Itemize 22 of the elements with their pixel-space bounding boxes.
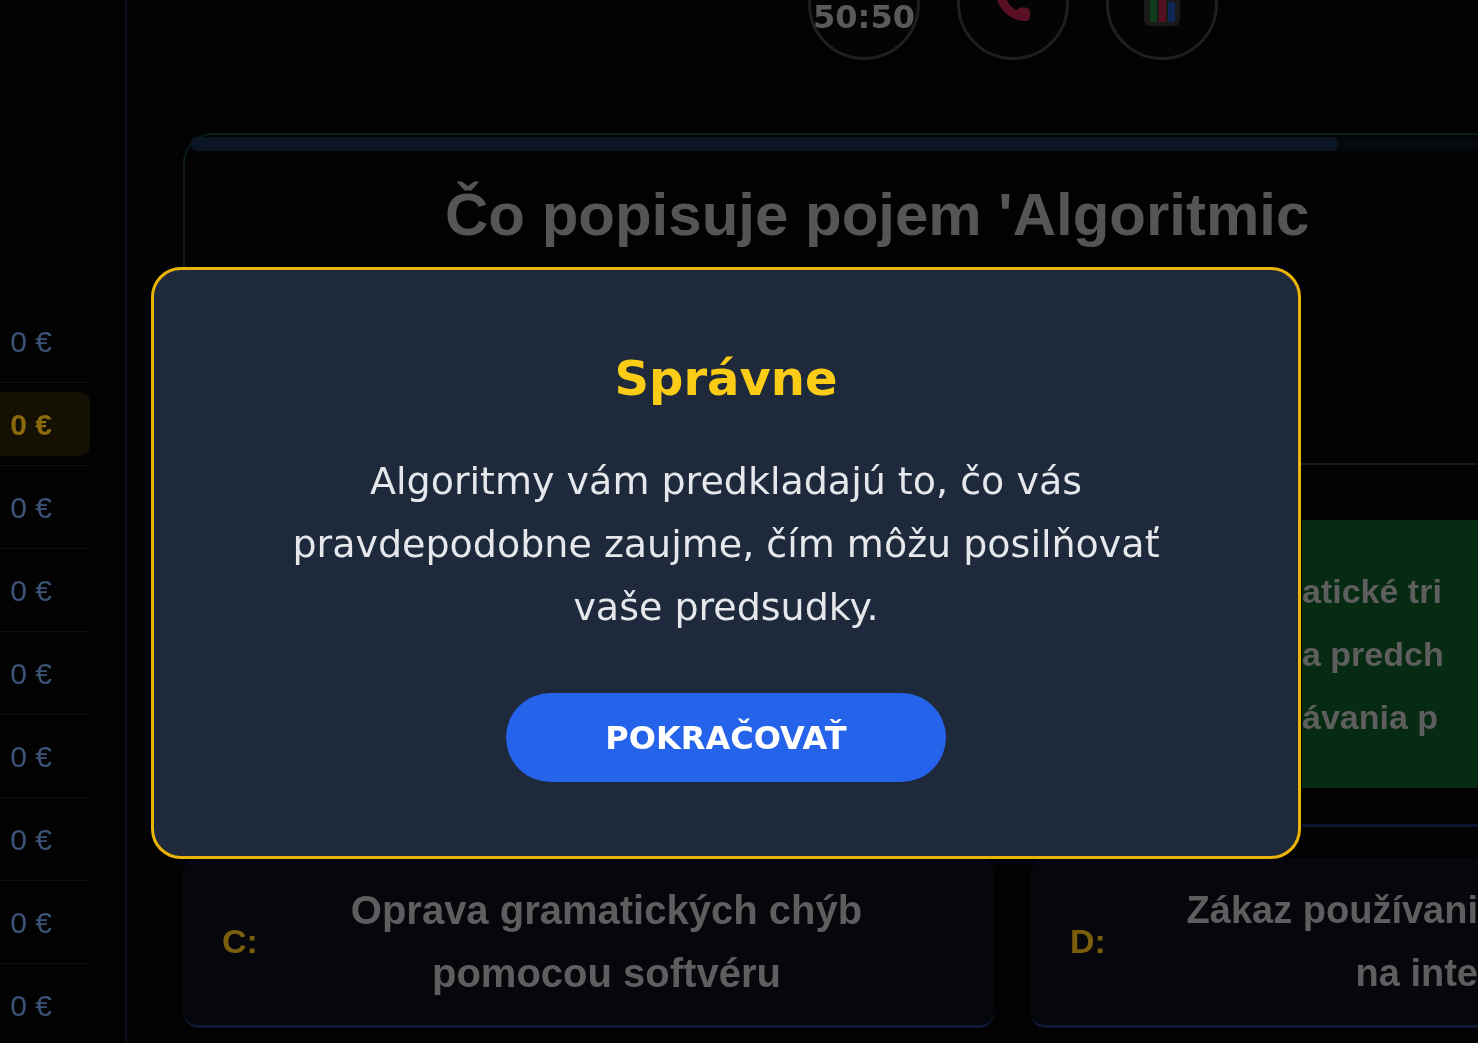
prize-amount: 0 €	[9, 655, 53, 692]
answer-option[interactable]: C: Oprava gramatických chýb pomocou softvéru	[183, 858, 995, 1028]
answer-option[interactable]: atické tri a predch ávania p	[1302, 520, 1478, 788]
answer-option[interactable]: D: Zákaz používani na inte	[1030, 858, 1478, 1028]
answer-text: Zákaz používani na inte	[1185, 887, 1478, 996]
answer-letter: C:	[222, 921, 258, 962]
prize-amount: 0 €	[0, 392, 90, 456]
answer-text: Oprava gramatických chýb pomocou softvéru	[349, 886, 864, 997]
lifeline-button[interactable]: 50:50	[808, 0, 920, 60]
question-text: Čo popisuje pojem 'Algoritmic	[445, 180, 1311, 250]
prize-amount: 0 €	[9, 987, 53, 1024]
answer-text: atické tri a predch ávania p	[1302, 570, 1444, 738]
prize-amount: 0 €	[9, 489, 53, 526]
answer-letter: D:	[1070, 921, 1106, 962]
dialog-message: Algoritmy vám predkladajú to, čo vás pravdepodobne zaujme, čím môžu posilňovať vaše predsudky.	[291, 458, 1161, 631]
prize-amount: 0 €	[9, 738, 53, 775]
prize-amount: 0 €	[9, 323, 53, 360]
prize-amount: 0 €	[9, 904, 53, 941]
prize-amount: 0 €	[9, 572, 53, 609]
dialog-title: Správne	[614, 349, 838, 407]
continue-button[interactable]: POKRAČOVAŤ	[506, 693, 946, 782]
prize-amount: 0 €	[9, 821, 53, 858]
